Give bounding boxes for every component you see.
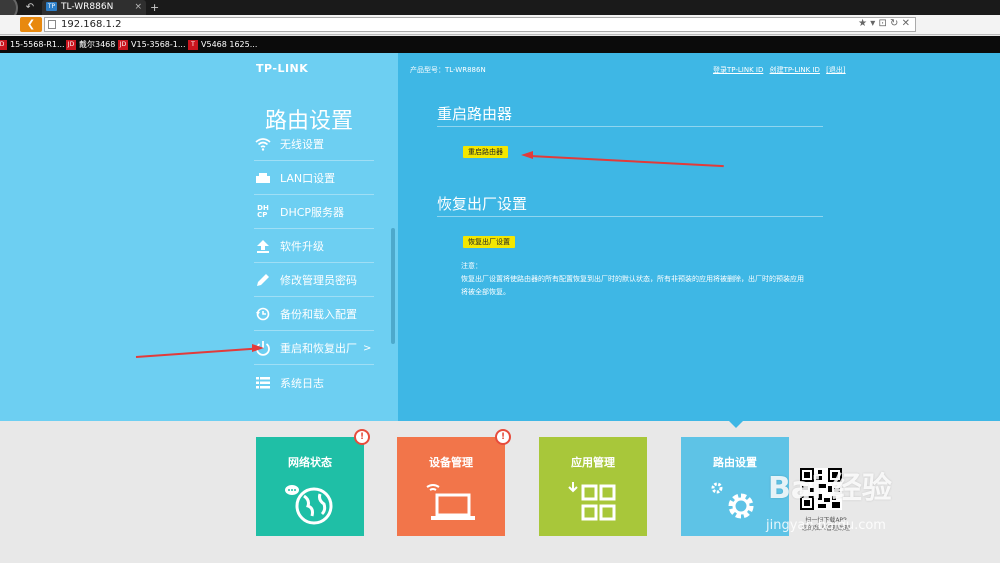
bookmark-item[interactable]: D 15-5568-R1... <box>0 38 65 51</box>
sidebar-item-backup[interactable]: 备份和载入配置 <box>254 298 374 331</box>
router-page: TP-LINK 路由设置 无线设置 LAN口设置 DH CP DHCP服务器 软件… <box>0 53 1000 421</box>
address-bar[interactable]: 192.168.1.2 <box>44 17 916 32</box>
sidebar-item-label: 备份和载入配置 <box>280 308 357 321</box>
new-tab-button[interactable]: + <box>150 0 159 15</box>
globe-icon <box>256 475 364 531</box>
bookmark-icon: D <box>0 39 7 50</box>
bookmark-label: 戴尔3468 <box>79 40 116 49</box>
sidebar-item-lan[interactable]: LAN口设置 <box>254 162 374 195</box>
note-text: 将被全部恢复。 <box>461 288 510 296</box>
browser-tab-bar: ↶ TP TL-WR886N × + <box>0 0 1000 22</box>
annotation-arrowhead <box>521 151 533 159</box>
bookmark-label: V15-3568-1... <box>131 40 186 49</box>
dhcp-icon: DH CP <box>257 204 269 219</box>
reboot-section-title: 重启路由器 <box>437 105 513 123</box>
dropdown-icon[interactable]: ▾ <box>870 18 875 29</box>
login-link[interactable]: 登录TP-LINK ID <box>713 66 763 74</box>
sidebar-item-label: 修改管理员密码 <box>280 274 357 287</box>
undo-icon[interactable]: ↶ <box>22 1 38 14</box>
compat-icon[interactable]: ⊡ <box>878 18 886 29</box>
bookmark-label: 15-5568-R1... <box>10 40 65 49</box>
sidebar-item-label: 系统日志 <box>280 376 324 390</box>
url-text: 192.168.1.2 <box>61 19 122 30</box>
annotation-arrowhead <box>252 344 264 352</box>
bookmark-icon: T <box>188 39 198 50</box>
bookmark-label: V5468 1625... <box>201 40 258 49</box>
sidebar-item-syslog[interactable]: 系统日志 <box>254 366 374 399</box>
chevron-right-icon: > <box>363 342 372 354</box>
close-icon[interactable]: × <box>134 0 142 15</box>
tile-network-status[interactable]: ! 网络状态 <box>256 429 370 536</box>
sidebar-item-label: 软件升级 <box>280 240 324 253</box>
baidu-watermark: Bai 经验 <box>768 471 892 506</box>
sidebar-item-upgrade[interactable]: 软件升级 <box>254 230 374 263</box>
apps-icon <box>539 475 647 531</box>
note-label: 注意： <box>461 262 482 270</box>
active-tile-pointer <box>727 419 745 428</box>
wifi-icon <box>254 135 272 153</box>
stop-icon[interactable]: ✕ <box>902 18 910 29</box>
back-button[interactable]: ❮ <box>20 17 42 32</box>
pencil-icon <box>254 271 272 289</box>
star-icon[interactable]: ★ <box>858 18 867 29</box>
create-account-link[interactable]: 创建TP-LINK ID <box>770 66 820 74</box>
bookmark-item[interactable]: JD 戴尔3468 <box>66 38 115 51</box>
address-bar-actions: ★ ▾ ⊡ ↻ ✕ <box>858 18 910 29</box>
refresh-icon[interactable]: ↻ <box>890 18 898 29</box>
tplink-logo: TP-LINK <box>256 62 309 75</box>
note-text: 恢复出厂设置将使路由器的所有配置恢复到出厂时的默认状态，所有非预装的应用将被删除… <box>461 275 804 283</box>
sidebar-item-label: 重启和恢复出厂 <box>280 342 357 355</box>
sidebar-scrollbar[interactable] <box>391 228 395 344</box>
tile-app-management[interactable]: 应用管理 <box>539 437 647 536</box>
restore-factory-button[interactable]: 恢复出厂设置 <box>463 236 515 248</box>
baidu-watermark-url: jingyan.baidu.com <box>766 518 886 533</box>
tile-label: 应用管理 <box>571 456 615 469</box>
divider <box>437 126 823 127</box>
bookmarks-bar: D 15-5568-R1... JD 戴尔3468 JD V15-3568-1... … <box>0 36 1000 53</box>
sidebar-item-wireless[interactable]: 无线设置 <box>254 128 374 161</box>
backup-icon <box>254 305 272 323</box>
tab-favicon: TP <box>46 2 57 11</box>
bookmark-icon: JD <box>66 39 76 50</box>
sidebar-item-label: 无线设置 <box>280 138 324 151</box>
tile-label: 设备管理 <box>429 456 473 469</box>
alert-badge: ! <box>495 429 511 445</box>
reboot-button[interactable]: 重启路由器 <box>463 146 508 158</box>
sidebar-item-label: DHCP服务器 <box>280 206 345 219</box>
lan-icon <box>254 169 272 187</box>
divider <box>437 216 823 217</box>
tile-device-management[interactable]: ! 设备管理 <box>397 429 511 536</box>
alert-badge: ! <box>354 429 370 445</box>
bookmark-item[interactable]: JD V15-3568-1... <box>118 38 186 51</box>
bookmark-icon: JD <box>118 39 128 50</box>
upgrade-icon <box>254 237 272 255</box>
sidebar-item-label: LAN口设置 <box>280 172 336 185</box>
browser-tab[interactable]: TP TL-WR886N × <box>42 0 146 15</box>
sidebar: TP-LINK 路由设置 无线设置 LAN口设置 DH CP DHCP服务器 软件… <box>0 53 398 421</box>
laptop-icon <box>397 475 505 531</box>
page-icon <box>48 20 56 29</box>
tile-label: 网络状态 <box>288 456 332 469</box>
bookmark-item[interactable]: T V5468 1625... <box>188 38 257 51</box>
tab-title: TL-WR886N <box>61 2 114 12</box>
logout-link[interactable]: [退出] <box>826 66 845 74</box>
browser-toolbar: ❮ 192.168.1.2 ★ ▾ ⊡ ↻ ✕ <box>0 15 1000 35</box>
product-model: 产品型号：TL-WR886N <box>410 66 486 74</box>
sidebar-item-password[interactable]: 修改管理员密码 <box>254 264 374 297</box>
sidebar-item-reboot-restore[interactable]: 重启和恢复出厂 > <box>254 332 374 365</box>
log-icon <box>254 374 272 392</box>
restore-section-title: 恢复出厂设置 <box>437 195 528 213</box>
sidebar-item-dhcp[interactable]: DH CP DHCP服务器 <box>254 196 374 229</box>
account-links: 登录TP-LINK ID 创建TP-LINK ID [退出] <box>713 65 850 75</box>
